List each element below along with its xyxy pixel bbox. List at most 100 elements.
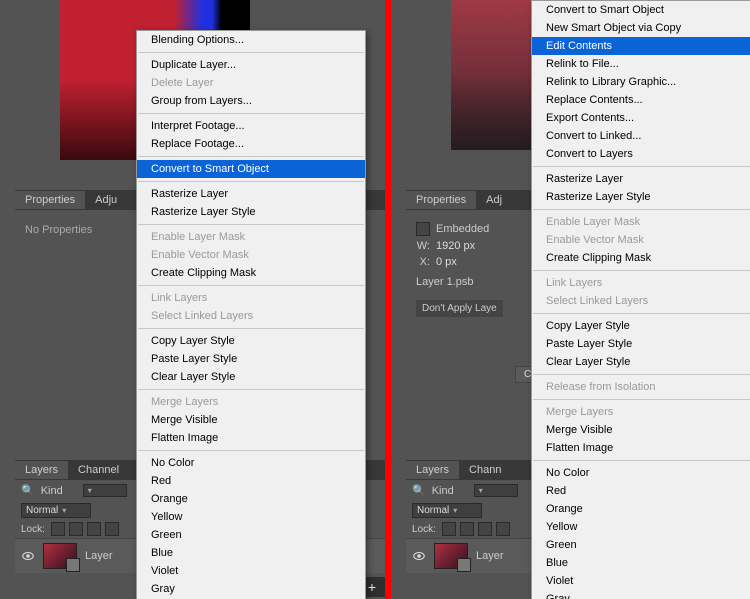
- adjustments-tab[interactable]: Adj: [476, 191, 512, 209]
- menu-separator: [533, 374, 750, 375]
- lock-pixels-icon[interactable]: [51, 522, 65, 536]
- menu-item[interactable]: Violet: [137, 562, 365, 580]
- menu-item[interactable]: Paste Layer Style: [137, 350, 365, 368]
- menu-item: Delete Layer: [137, 74, 365, 92]
- menu-separator: [533, 209, 750, 210]
- menu-item[interactable]: Clear Layer Style: [137, 368, 365, 386]
- menu-item[interactable]: No Color: [532, 464, 750, 482]
- layer-thumbnail[interactable]: [434, 543, 468, 569]
- menu-item[interactable]: Yellow: [137, 508, 365, 526]
- lock-artboard-icon[interactable]: [496, 522, 510, 536]
- menu-item[interactable]: Blending Options...: [137, 31, 365, 49]
- right-pane: Properties Adj Embedded W: 1920 px X: 0 px…: [391, 0, 750, 599]
- properties-body: No Properties: [15, 210, 102, 250]
- layers-tab[interactable]: Layers: [15, 461, 68, 479]
- kind-select[interactable]: [474, 484, 518, 497]
- lock-artboard-icon[interactable]: [105, 522, 119, 536]
- menu-item[interactable]: No Color: [137, 454, 365, 472]
- menu-item[interactable]: Convert to Smart Object: [532, 1, 750, 19]
- menu-item[interactable]: Merge Visible: [532, 421, 750, 439]
- menu-item[interactable]: Blue: [137, 544, 365, 562]
- menu-item[interactable]: Clear Layer Style: [532, 353, 750, 371]
- menu-item[interactable]: Copy Layer Style: [532, 317, 750, 335]
- lock-all-icon[interactable]: [87, 522, 101, 536]
- menu-item[interactable]: Orange: [532, 500, 750, 518]
- menu-item[interactable]: Replace Footage...: [137, 135, 365, 153]
- menu-item[interactable]: Create Clipping Mask: [137, 264, 365, 282]
- menu-item[interactable]: Orange: [137, 490, 365, 508]
- menu-item[interactable]: Merge Visible: [137, 411, 365, 429]
- menu-item[interactable]: Rasterize Layer Style: [532, 188, 750, 206]
- adjustments-tab[interactable]: Adju: [85, 191, 127, 209]
- menu-item[interactable]: Relink to Library Graphic...: [532, 73, 750, 91]
- menu-item[interactable]: Red: [137, 472, 365, 490]
- kind-label: Kind: [432, 485, 468, 497]
- menu-item[interactable]: Gray: [137, 580, 365, 598]
- menu-item[interactable]: Yellow: [532, 518, 750, 536]
- menu-item[interactable]: Convert to Smart Object: [137, 160, 365, 178]
- menu-item[interactable]: Copy Layer Style: [137, 332, 365, 350]
- embedded-label: Embedded: [436, 223, 489, 235]
- menu-item[interactable]: Rasterize Layer Style: [137, 203, 365, 221]
- menu-item[interactable]: Relink to File...: [532, 55, 750, 73]
- menu-separator: [138, 156, 364, 157]
- w-label: W:: [416, 240, 430, 252]
- lock-position-icon[interactable]: [69, 522, 83, 536]
- menu-item[interactable]: Green: [532, 536, 750, 554]
- menu-item[interactable]: Green: [137, 526, 365, 544]
- menu-item[interactable]: Paste Layer Style: [532, 335, 750, 353]
- kind-select[interactable]: [83, 484, 127, 497]
- menu-item[interactable]: Rasterize Layer: [532, 170, 750, 188]
- menu-item: Select Linked Layers: [137, 307, 365, 325]
- search-icon[interactable]: 🔍: [21, 484, 35, 497]
- menu-item[interactable]: Group from Layers...: [137, 92, 365, 110]
- menu-separator: [138, 224, 364, 225]
- menu-item[interactable]: Replace Contents...: [532, 91, 750, 109]
- menu-item[interactable]: Edit Contents: [532, 37, 750, 55]
- menu-item[interactable]: Export Contents...: [532, 109, 750, 127]
- properties-tab[interactable]: Properties: [406, 191, 476, 209]
- menu-separator: [533, 313, 750, 314]
- menu-item[interactable]: Convert to Layers: [532, 145, 750, 163]
- visibility-eye-icon[interactable]: [21, 549, 35, 563]
- menu-item: Enable Layer Mask: [532, 213, 750, 231]
- menu-item[interactable]: Flatten Image: [532, 439, 750, 457]
- menu-item: Enable Vector Mask: [137, 246, 365, 264]
- blend-mode-select[interactable]: Normal: [21, 503, 91, 518]
- channels-tab[interactable]: Chann: [459, 461, 511, 479]
- no-properties-label: No Properties: [25, 224, 92, 236]
- menu-item[interactable]: Create Clipping Mask: [532, 249, 750, 267]
- menu-item: Link Layers: [137, 289, 365, 307]
- layer-name[interactable]: Layer: [476, 550, 504, 562]
- menu-item[interactable]: Gray: [532, 590, 750, 599]
- search-icon[interactable]: 🔍: [412, 484, 426, 497]
- menu-item[interactable]: New Smart Object via Copy: [532, 19, 750, 37]
- menu-item: Link Layers: [532, 274, 750, 292]
- visibility-eye-icon[interactable]: [412, 549, 426, 563]
- menu-item[interactable]: Violet: [532, 572, 750, 590]
- layer-thumbnail[interactable]: [43, 543, 77, 569]
- properties-tab[interactable]: Properties: [15, 191, 85, 209]
- layer-name[interactable]: Layer: [85, 550, 113, 562]
- x-label: X:: [416, 256, 430, 268]
- w-value[interactable]: 1920 px: [436, 240, 475, 252]
- menu-item[interactable]: Red: [532, 482, 750, 500]
- channels-tab[interactable]: Channel: [68, 461, 129, 479]
- lock-position-icon[interactable]: [460, 522, 474, 536]
- menu-item[interactable]: Interpret Footage...: [137, 117, 365, 135]
- menu-separator: [138, 52, 364, 53]
- menu-item[interactable]: Rasterize Layer: [137, 185, 365, 203]
- dont-apply-label[interactable]: Don't Apply Laye: [416, 300, 503, 317]
- menu-item: Select Linked Layers: [532, 292, 750, 310]
- lock-all-icon[interactable]: [478, 522, 492, 536]
- menu-item: Release from Isolation: [532, 378, 750, 396]
- menu-item[interactable]: Blue: [532, 554, 750, 572]
- blend-mode-select[interactable]: Normal: [412, 503, 482, 518]
- menu-item[interactable]: Duplicate Layer...: [137, 56, 365, 74]
- menu-item[interactable]: Flatten Image: [137, 429, 365, 447]
- lock-pixels-icon[interactable]: [442, 522, 456, 536]
- x-value[interactable]: 0 px: [436, 256, 457, 268]
- menu-item[interactable]: Convert to Linked...: [532, 127, 750, 145]
- properties-body: Embedded W:1920 px X:0 px Layer 1.psb Do…: [406, 210, 513, 331]
- layers-tab[interactable]: Layers: [406, 461, 459, 479]
